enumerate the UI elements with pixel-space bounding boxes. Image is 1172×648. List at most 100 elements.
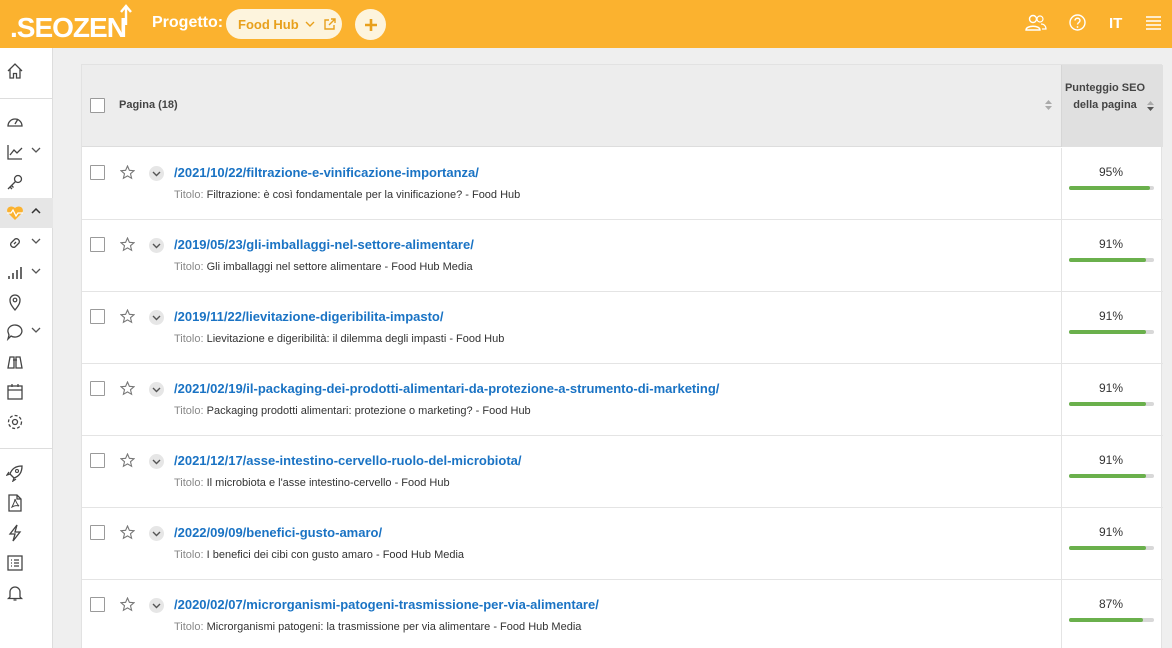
star-icon[interactable] bbox=[120, 597, 135, 612]
add-project-button[interactable] bbox=[355, 9, 386, 40]
chevron-down-icon bbox=[31, 238, 41, 244]
page-title-value: Il microbiota e l'asse intestino-cervell… bbox=[206, 477, 450, 489]
seo-score-value: 87% bbox=[1098, 597, 1124, 611]
sidebar-item-keywords[interactable] bbox=[0, 167, 53, 197]
page-url-link[interactable]: /2021/10/22/filtrazione-e-vinificazione-… bbox=[174, 165, 479, 180]
row-checkbox[interactable] bbox=[90, 453, 105, 468]
table-row: /2022/09/09/benefici-gusto-amaro/Titolo:… bbox=[82, 508, 1163, 580]
score-cell: 91% bbox=[1061, 436, 1163, 507]
chevron-down-icon bbox=[152, 459, 161, 464]
row-checkbox[interactable] bbox=[90, 381, 105, 396]
sidebar-item-health[interactable] bbox=[0, 198, 53, 228]
score-cell: 91% bbox=[1061, 292, 1163, 363]
calendar-icon bbox=[7, 384, 23, 400]
sort-icon[interactable] bbox=[1044, 99, 1053, 111]
expand-row-button[interactable] bbox=[149, 166, 164, 181]
page-url-link[interactable]: /2019/11/22/lievitazione-digeribilita-im… bbox=[174, 309, 444, 324]
key-icon bbox=[7, 174, 23, 190]
seo-score-bar-fill bbox=[1069, 258, 1147, 262]
seo-score-value: 91% bbox=[1098, 237, 1124, 251]
row-checkbox[interactable] bbox=[90, 309, 105, 324]
seo-score-bar-fill bbox=[1069, 330, 1147, 334]
project-selector[interactable]: Food Hub bbox=[226, 9, 342, 39]
seo-score-value: 95% bbox=[1098, 165, 1124, 179]
page-title-value: Microrganismi patogeni: la trasmissione … bbox=[206, 621, 582, 633]
page-title-text: Titolo: Filtrazione: è così fondamentale… bbox=[174, 189, 520, 201]
chevron-down-icon bbox=[152, 171, 161, 176]
expand-row-button[interactable] bbox=[149, 310, 164, 325]
plus-icon bbox=[364, 18, 377, 31]
sidebar-item-tasks[interactable] bbox=[0, 548, 53, 578]
chevron-down-icon bbox=[152, 603, 161, 608]
trend-chart-icon bbox=[7, 145, 23, 160]
seo-score-bar bbox=[1069, 618, 1154, 622]
title-prefix: Titolo: bbox=[174, 549, 204, 561]
star-icon[interactable] bbox=[120, 453, 135, 468]
sidebar-item-local[interactable] bbox=[0, 287, 53, 317]
table-row: /2021/10/22/filtrazione-e-vinificazione-… bbox=[82, 148, 1163, 220]
column-header-score-label: Punteggio SEO della pagina bbox=[1064, 82, 1146, 111]
sidebar-item-competitors[interactable] bbox=[0, 347, 53, 377]
binoculars-icon bbox=[7, 356, 23, 369]
help-icon[interactable] bbox=[1069, 14, 1086, 31]
expand-row-button[interactable] bbox=[149, 598, 164, 613]
sidebar-item-comments[interactable] bbox=[0, 317, 53, 347]
row-checkbox[interactable] bbox=[90, 165, 105, 180]
sidebar-item-rankings[interactable] bbox=[0, 258, 53, 288]
row-checkbox[interactable] bbox=[90, 597, 105, 612]
seo-score-value: 91% bbox=[1098, 453, 1124, 467]
seo-score-value: 91% bbox=[1098, 381, 1124, 395]
sidebar-item-actions[interactable] bbox=[0, 518, 53, 548]
page-url-link[interactable]: /2022/09/09/benefici-gusto-amaro/ bbox=[174, 525, 382, 540]
seo-score-value: 91% bbox=[1098, 309, 1124, 323]
sidebar-item-settings[interactable] bbox=[0, 407, 53, 437]
sidebar-item-notifications[interactable] bbox=[0, 578, 53, 608]
star-icon[interactable] bbox=[120, 525, 135, 540]
table-header: Pagina (18) Punteggio SEO della pagina bbox=[82, 65, 1163, 147]
row-checkbox[interactable] bbox=[90, 237, 105, 252]
sidebar-item-links[interactable] bbox=[0, 228, 53, 258]
sidebar-item-home[interactable] bbox=[0, 56, 53, 86]
pdf-file-icon bbox=[8, 494, 22, 512]
sidebar-item-boost[interactable] bbox=[0, 458, 53, 488]
page-title-text: Titolo: Lievitazione e digeribilità: il … bbox=[174, 333, 504, 345]
star-icon[interactable] bbox=[120, 381, 135, 396]
select-all-checkbox[interactable] bbox=[90, 98, 105, 113]
external-link-icon[interactable] bbox=[323, 17, 336, 31]
seo-score-bar-fill bbox=[1069, 474, 1147, 478]
star-icon[interactable] bbox=[120, 309, 135, 324]
seo-score-bar bbox=[1069, 258, 1154, 262]
page-title-value: Packaging prodotti alimentari: protezion… bbox=[206, 405, 531, 417]
table-row: /2021/12/17/asse-intestino-cervello-ruol… bbox=[82, 436, 1163, 508]
users-icon[interactable] bbox=[1025, 14, 1047, 32]
sidebar-item-reports[interactable] bbox=[0, 488, 53, 518]
sort-desc-icon[interactable] bbox=[1146, 100, 1155, 112]
page-url-link[interactable]: /2021/02/19/il-packaging-dei-prodotti-al… bbox=[174, 381, 719, 396]
star-icon[interactable] bbox=[120, 165, 135, 180]
expand-row-button[interactable] bbox=[149, 382, 164, 397]
page-title-value: Lievitazione e digeribilità: il dilemma … bbox=[206, 333, 505, 345]
column-header-page[interactable]: Pagina (18) bbox=[119, 99, 178, 111]
sidebar-item-trends[interactable] bbox=[0, 137, 53, 167]
row-checkbox[interactable] bbox=[90, 525, 105, 540]
language-selector[interactable]: IT bbox=[1109, 15, 1122, 32]
star-icon[interactable] bbox=[120, 237, 135, 252]
page-url-link[interactable]: /2020/02/07/microrganismi-patogeni-trasm… bbox=[174, 597, 599, 612]
seozen-logo[interactable]: .SEOZEN bbox=[10, 4, 132, 42]
sidebar-divider bbox=[0, 98, 53, 99]
score-cell: 91% bbox=[1061, 364, 1163, 435]
title-prefix: Titolo: bbox=[174, 477, 204, 489]
score-cell: 95% bbox=[1061, 148, 1163, 219]
score-cell: 91% bbox=[1061, 220, 1163, 291]
menu-icon[interactable] bbox=[1146, 16, 1161, 30]
chevron-down-icon bbox=[152, 315, 161, 320]
sidebar-item-calendar[interactable] bbox=[0, 377, 53, 407]
expand-row-button[interactable] bbox=[149, 238, 164, 253]
column-header-score[interactable]: Punteggio SEO della pagina bbox=[1061, 65, 1163, 147]
page-url-link[interactable]: /2021/12/17/asse-intestino-cervello-ruol… bbox=[174, 453, 522, 468]
expand-row-button[interactable] bbox=[149, 454, 164, 469]
expand-row-button[interactable] bbox=[149, 526, 164, 541]
sidebar-item-dashboard[interactable] bbox=[0, 107, 53, 137]
seo-score-value: 91% bbox=[1098, 525, 1124, 539]
page-url-link[interactable]: /2019/05/23/gli-imballaggi-nel-settore-a… bbox=[174, 237, 474, 252]
